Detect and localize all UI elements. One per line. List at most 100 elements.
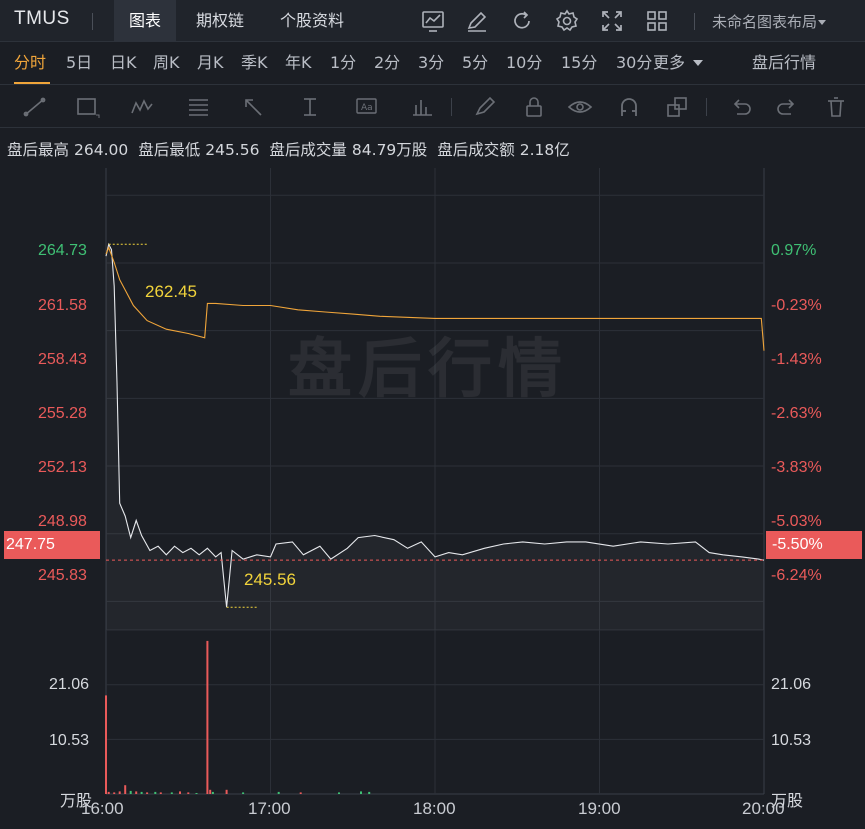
volume-bar (187, 792, 190, 794)
volume-bar (360, 791, 362, 794)
current-price-tag: 247.75 (4, 531, 100, 559)
pct-tick: -0.23% (771, 297, 822, 314)
divider (92, 13, 93, 30)
ticker-symbol: TMUS (14, 8, 70, 29)
low-value: 245.56 (205, 141, 260, 159)
volume-bar (170, 792, 173, 794)
volume-bar (107, 791, 110, 794)
volume-tick: 21.06 (49, 676, 90, 693)
rectangle-tool-icon[interactable] (74, 95, 100, 119)
pct-tick: -3.83% (771, 459, 822, 476)
fibonacci-tool-icon[interactable] (186, 95, 212, 119)
period-1min[interactable]: 1分 (330, 43, 356, 85)
pattern-tool-icon[interactable] (130, 95, 156, 119)
volume-bar (179, 791, 181, 794)
volume-bar (206, 640, 209, 794)
arrow-tool-icon[interactable] (241, 95, 267, 119)
time-tick: 20:00 (742, 799, 785, 818)
high-annotation: 262.45 (145, 282, 197, 301)
layers-icon[interactable] (664, 95, 690, 119)
volume-bar (368, 791, 371, 794)
volume-bar (124, 785, 127, 794)
measure-tool-icon[interactable] (298, 95, 324, 119)
divider (451, 98, 452, 116)
period-bar: 分时 5日 日K 周K 月K 季K 年K 1分 2分 3分 5分 10分 15分… (0, 43, 865, 85)
volume-bar (195, 793, 198, 794)
fullscreen-icon[interactable] (599, 8, 625, 34)
volume-bar (146, 792, 149, 794)
volume-bar (338, 792, 340, 794)
period-intraday[interactable]: 分时 (14, 43, 46, 85)
pct-tick: -2.63% (771, 405, 822, 422)
pct-tick: -1.43% (771, 351, 822, 368)
volume-bar (225, 789, 228, 794)
volume-profile-icon[interactable] (410, 95, 436, 119)
price-tick: 248.98 (38, 513, 87, 530)
pct-tick: -6.24% (771, 567, 822, 584)
line-tool-icon[interactable] (22, 95, 48, 119)
period-30min[interactable]: 30分 (616, 43, 652, 85)
trash-icon[interactable] (823, 95, 849, 119)
volume-bar (105, 695, 107, 794)
period-15min[interactable]: 15分 (561, 43, 597, 85)
volume-bar (242, 792, 245, 794)
settings-gear-icon[interactable] (554, 8, 580, 34)
top-bar: TMUS 图表 期权链 个股资料 未命名图表布局 (0, 0, 865, 42)
time-tick: 18:00 (413, 799, 456, 818)
tab-stock-profile[interactable]: 个股资料 (265, 0, 359, 42)
draw-pen-icon[interactable] (464, 8, 490, 34)
layout-name: 未命名图表布局 (712, 13, 818, 31)
period-3min[interactable]: 3分 (418, 43, 444, 85)
period-year-k[interactable]: 年K (285, 43, 312, 85)
time-tick: 16:00 (81, 799, 124, 818)
tab-options-chain[interactable]: 期权链 (181, 0, 259, 42)
period-5day[interactable]: 5日 (66, 43, 92, 85)
redo-icon[interactable] (774, 95, 800, 119)
time-tick: 17:00 (248, 799, 291, 818)
period-week-k[interactable]: 周K (153, 43, 180, 85)
layout-grid-icon[interactable] (644, 8, 670, 34)
active-period-indicator (14, 82, 50, 84)
session-selector[interactable]: 盘后行情 (752, 43, 816, 85)
period-month-k[interactable]: 月K (197, 43, 224, 85)
period-day-k[interactable]: 日K (110, 43, 137, 85)
volume-bar (129, 790, 132, 794)
period-5min[interactable]: 5分 (462, 43, 488, 85)
volume-tick: 21.06 (771, 676, 812, 693)
chart-area[interactable]: 盘后行情 264.73 261.58 258.43 255.28 252.13 … (0, 168, 865, 829)
price-tick: 255.28 (38, 405, 87, 422)
volume-bar (299, 792, 302, 794)
lock-icon[interactable] (521, 95, 547, 119)
magnet-icon[interactable] (616, 95, 642, 119)
volume-bar (209, 789, 212, 794)
price-tick: 252.13 (38, 459, 87, 476)
chart-layout-selector[interactable]: 未命名图表布局 (712, 11, 827, 32)
price-tick: 245.83 (38, 567, 87, 584)
tab-chart[interactable]: 图表 (114, 0, 177, 42)
low-annotation: 245.56 (244, 570, 296, 589)
pct-tick: -5.03% (771, 513, 822, 530)
volume-bar (159, 792, 162, 794)
period-2min[interactable]: 2分 (374, 43, 400, 85)
chart-canvas[interactable] (0, 168, 865, 829)
refresh-icon[interactable] (509, 8, 535, 34)
period-quarter-k[interactable]: 季K (241, 43, 268, 85)
drawing-toolbar: Aa (0, 86, 865, 128)
chevron-down-icon (818, 20, 827, 25)
price-tick: 264.73 (38, 242, 87, 259)
more-periods-dropdown[interactable]: 更多 (653, 43, 704, 85)
indicator-icon[interactable] (420, 8, 446, 34)
eye-icon[interactable] (567, 95, 593, 119)
volume-label: 盘后成交量 (269, 141, 347, 159)
volume-tick: 10.53 (771, 732, 812, 749)
more-label: 更多 (653, 53, 686, 72)
period-10min[interactable]: 10分 (506, 43, 542, 85)
text-tool-icon[interactable]: Aa (354, 95, 380, 119)
undo-icon[interactable] (728, 95, 754, 119)
divider (694, 13, 695, 30)
brush-icon[interactable] (472, 95, 498, 119)
volume-bar (154, 791, 157, 794)
volume-bar (135, 791, 138, 794)
volume-tick: 10.53 (49, 732, 90, 749)
amount-label: 盘后成交额 (437, 141, 515, 159)
